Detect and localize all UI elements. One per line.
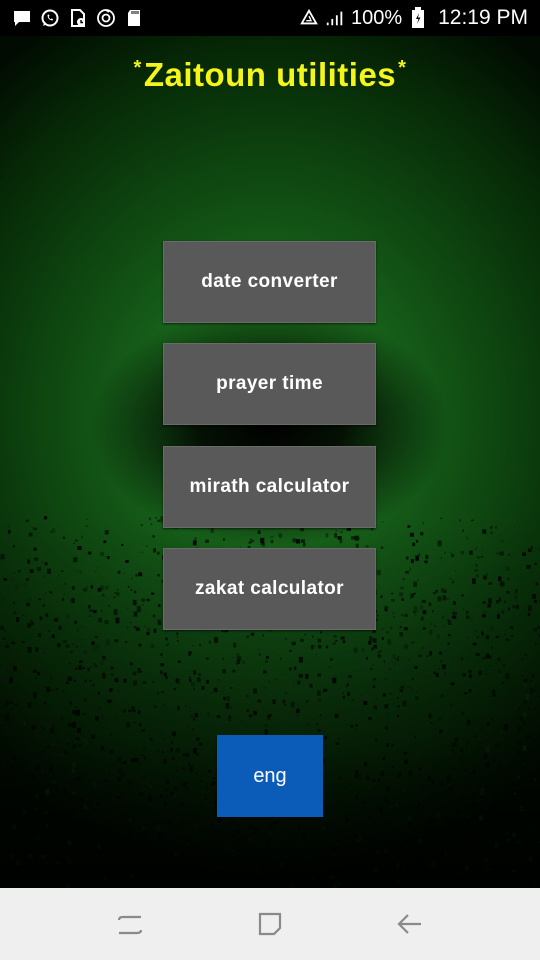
- battery-percent: 100%: [350, 6, 403, 29]
- sync-icon: [96, 8, 116, 28]
- message-icon: [12, 8, 32, 28]
- home-button[interactable]: [245, 899, 295, 949]
- date-converter-button[interactable]: date converter: [163, 241, 376, 323]
- zakat-calculator-button[interactable]: zakat calculator: [163, 548, 376, 630]
- app-title: *Zaitoun utilities *: [0, 56, 540, 94]
- prayer-time-button[interactable]: prayer time: [163, 343, 376, 425]
- file-lock-icon: [68, 8, 88, 28]
- navigation-bar: [0, 888, 540, 960]
- app-title-text: Zaitoun utilities: [143, 56, 397, 93]
- battery-icon: [408, 7, 428, 28]
- sd-card-icon: [124, 8, 144, 28]
- screen: 100% 12:19 PM *Zaitoun utilities * date c…: [0, 0, 540, 960]
- title-star-right: *: [398, 57, 407, 79]
- clock: 12:19 PM: [438, 6, 528, 29]
- recycle-icon: [299, 8, 319, 28]
- mirath-calculator-button[interactable]: mirath calculator: [163, 446, 376, 528]
- recent-apps-icon: [117, 915, 143, 935]
- title-star-left: *: [133, 57, 142, 79]
- home-icon: [258, 912, 282, 936]
- back-button[interactable]: [385, 899, 435, 949]
- back-arrow-icon: [397, 914, 421, 934]
- whatsapp-icon: [40, 8, 60, 28]
- recent-apps-button[interactable]: [105, 899, 155, 949]
- app-content: *Zaitoun utilities * date converter praye…: [0, 36, 540, 888]
- notification-icons: [12, 8, 144, 28]
- signal-icon: [325, 8, 345, 28]
- status-bar: 100% 12:19 PM: [0, 0, 540, 36]
- system-icons: 100% 12:19 PM: [299, 6, 528, 30]
- language-button[interactable]: eng: [217, 735, 323, 817]
